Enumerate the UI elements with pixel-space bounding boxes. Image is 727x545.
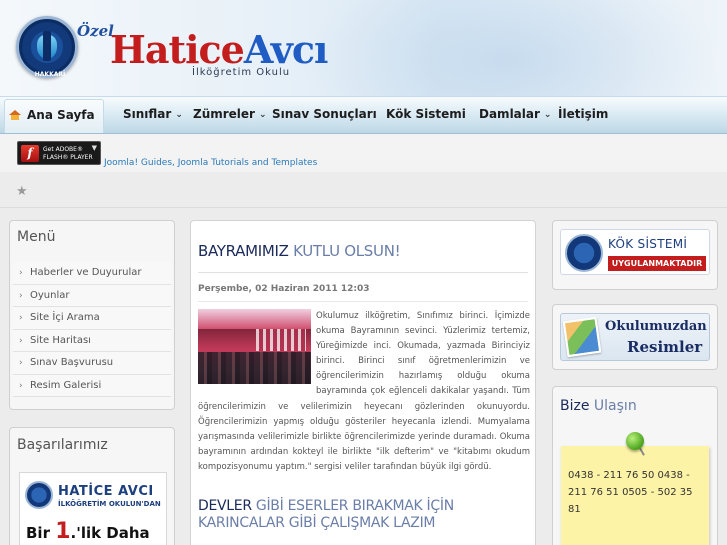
arrow-right-icon: › (19, 358, 23, 368)
gallery-banner[interactable]: Okulumuzdan Resimler (560, 313, 710, 361)
divider (198, 301, 528, 302)
chevron-down-icon: ⌄ (175, 110, 183, 120)
site-subtitle: İlköğretim Okulu (192, 67, 291, 78)
flash-badge-text: Get ADOBE® FLASH® PLAYER (43, 146, 93, 161)
arrow-right-icon: › (19, 313, 23, 323)
nav-label: Kök Sistemi (386, 107, 466, 121)
article-photo[interactable] (198, 309, 311, 384)
nav-label: İletişim (558, 107, 609, 121)
brand-second: Avcı (243, 27, 329, 72)
nav-kok-sistemi[interactable]: Kök Sistemi (386, 97, 466, 133)
achievement-banner[interactable]: HATİCE AVCI İLKÖĞRETİM OKULUN'DAN Bir 1.… (19, 472, 167, 545)
flash-icon: f (21, 145, 39, 162)
promo-subtitle: İLKÖĞRETİM OKULUN'DAN (58, 500, 161, 508)
menu-item-haberler[interactable]: › Haberler ve Duyurular (13, 262, 171, 285)
ozel-label: Özel (77, 22, 114, 40)
arrow-right-icon: › (19, 268, 23, 278)
kok-sistemi-banner[interactable]: KÖK SİSTEMİ UYGULANMAKTADIR (560, 229, 710, 275)
download-arrow-icon: ▼ (91, 144, 97, 152)
seal-text: HAKKARİ (34, 71, 66, 78)
article-title[interactable]: BAYRAMIMIZ KUTLU OLSUN! (198, 242, 401, 260)
nav-label: Sınıflar (123, 107, 172, 121)
site-brand[interactable]: HaticeAvcı (110, 27, 329, 72)
side-menu: › Haberler ve Duyurular › Oyunlar › Site İç… (13, 262, 171, 397)
chevron-down-icon: ⌄ (258, 110, 267, 120)
nav-label: Zümreler (193, 107, 255, 121)
nav-ana-sayfa[interactable]: Ana Sayfa (4, 99, 104, 133)
gallery-banner-line2: Resimler (627, 338, 703, 356)
nav-iletisim[interactable]: İletişim (558, 97, 608, 133)
breadcrumb (0, 172, 727, 208)
arrow-right-icon: › (19, 335, 23, 346)
arrow-right-icon: › (19, 290, 23, 301)
brand-first: Hatice (110, 27, 245, 72)
article-date: Perşembe, 02 Haziran 2011 12:03 (198, 284, 370, 294)
achievements-title: Başarılarımız (17, 437, 108, 453)
nav-damlalar[interactable]: Damlalar ⌄ (479, 97, 551, 133)
photos-icon (562, 316, 602, 358)
kok-banner-subtitle: UYGULANMAKTADIR (608, 256, 706, 271)
nav-label: Ana Sayfa (27, 108, 95, 122)
kok-banner-title: KÖK SİSTEMİ (608, 237, 688, 251)
promo-headline: Bir 1.'lik Daha (26, 519, 150, 544)
school-seal-icon (565, 234, 603, 272)
get-flash-player-badge[interactable]: f Get ADOBE® FLASH® PLAYER ▼ (17, 141, 101, 165)
menu-title: Menü (17, 229, 56, 245)
nav-label: Sınav Sonuçları (272, 107, 377, 121)
pushpin-icon (626, 432, 644, 450)
menu-item-oyunlar[interactable]: › Oyunlar (13, 284, 171, 307)
nav-sinav-sonuclari[interactable]: Sınav Sonuçları (272, 97, 377, 133)
main-nav: Ana Sayfa Sınıflar ⌄ Zümreler ⌄ Sınav Sonu… (0, 96, 727, 134)
contact-phone-numbers: 0438 - 211 76 50 0438 - 211 76 51 0505 -… (568, 470, 693, 515)
chevron-down-icon: ⌄ (543, 110, 552, 120)
menu-item-site-haritasi[interactable]: › Site Haritası (13, 329, 171, 352)
contact-title: Bize Ulaşın (560, 398, 637, 414)
menu-item-sinav-basvurusu[interactable]: › Sınav Başvurusu (13, 352, 171, 375)
nav-siniflar[interactable]: Sınıflar ⌄ (123, 97, 183, 133)
menu-item-site-ici-arama[interactable]: › Site İçi Arama (13, 307, 171, 330)
menu-item-resim-galerisi[interactable]: › Resim Galerisi (13, 374, 171, 397)
nav-zumreler[interactable]: Zümreler ⌄ (193, 97, 267, 133)
arrow-right-icon: › (19, 380, 23, 391)
gallery-banner-line1: Okulumuzdan (605, 319, 707, 334)
home-icon (9, 110, 21, 120)
nav-label: Damlalar (479, 107, 540, 121)
school-seal-icon (25, 481, 53, 509)
star-icon: ★ (16, 184, 28, 199)
promo-school-name: HATİCE AVCI (58, 484, 154, 499)
second-article-title[interactable]: DEVLER GİBİ ESERLER BIRAKMAK İÇİN KARINC… (198, 498, 528, 532)
divider (198, 272, 528, 273)
school-seal-logo[interactable]: HAKKARİ (16, 16, 78, 78)
site-header: HAKKARİ Özel HaticeAvcı İlköğretim Okulu (0, 0, 727, 96)
joomla-link[interactable]: Joomla! Guides, Joomla Tutorials and Tem… (104, 158, 317, 168)
